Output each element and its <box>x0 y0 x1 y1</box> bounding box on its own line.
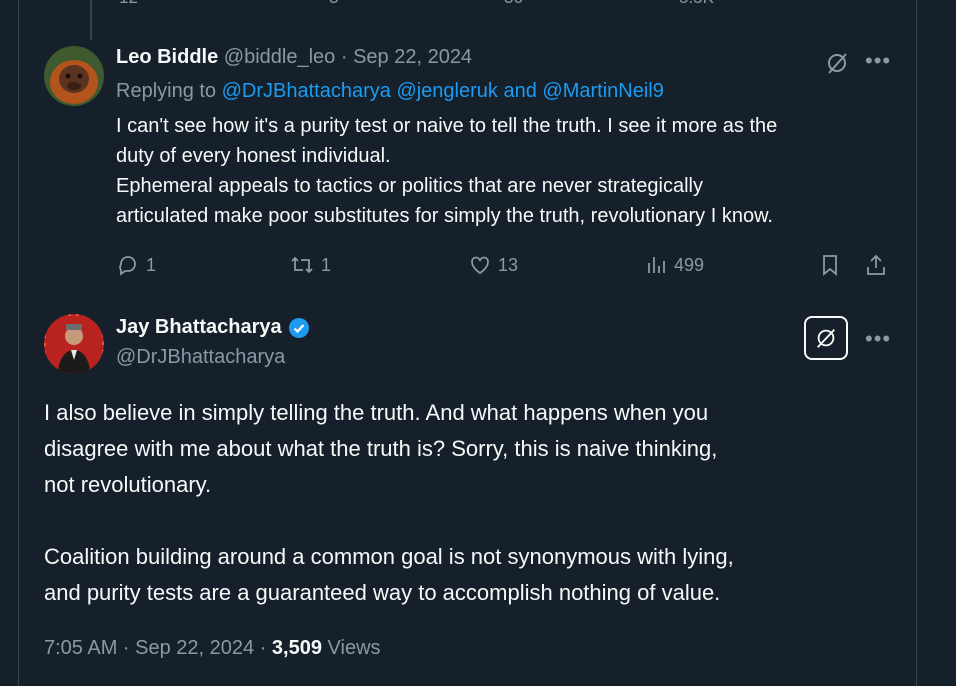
reply-body-line: articulated make poor substitutes for si… <box>116 205 773 227</box>
grok-icon <box>817 329 835 348</box>
like-count: 13 <box>498 254 519 275</box>
previous-tweet-actions: 12 3 36 5.5K <box>19 0 916 10</box>
grok-button[interactable] <box>804 316 848 360</box>
prev-views-count[interactable]: 5.5K <box>679 0 714 8</box>
reply-body-line: I can't see how it's a purity test or na… <box>116 115 778 137</box>
views-button[interactable]: 499 <box>646 252 704 278</box>
retweet-count: 1 <box>321 254 332 275</box>
bookmark-icon[interactable] <box>819 253 841 282</box>
reply-count: 1 <box>146 254 157 275</box>
reply-body-line: Ephemeral appeals to tactics or politics… <box>116 175 703 197</box>
more-options-icon[interactable]: ••• <box>865 326 891 352</box>
reply-body: I can't see how it's a purity test or na… <box>116 111 906 231</box>
replying-to-users[interactable]: @DrJBhattacharya @jengleruk and @MartinN… <box>222 80 664 102</box>
author-handle[interactable]: @DrJBhattacharya <box>116 346 285 369</box>
timestamp[interactable]: 7:05 AM · Sep 22, 2024 · <box>44 637 272 659</box>
more-options-icon[interactable]: ••• <box>865 48 891 74</box>
prev-like-count[interactable]: 36 <box>504 0 523 8</box>
prev-retweet-count[interactable]: 3 <box>329 0 338 8</box>
reply-header: Leo Biddle @biddle_leo · Sep 22, 2024 <box>116 46 472 69</box>
views-count: 499 <box>674 254 705 275</box>
main-body-line: Coalition building around a common goal … <box>44 544 734 569</box>
author-name[interactable]: Jay Bhattacharya <box>116 316 282 339</box>
views-total: 3,509 <box>271 637 322 659</box>
author-name[interactable]: Leo Biddle <box>116 46 218 68</box>
replying-label: Replying to <box>116 80 217 102</box>
handle-date[interactable]: @biddle_leo · Sep 22, 2024 <box>224 46 472 68</box>
retweet-button[interactable]: 1 <box>289 252 331 278</box>
heart-icon <box>471 256 489 275</box>
timeline-column: 12 3 36 5.5K Leo Biddle @biddle_leo · Se… <box>18 0 917 686</box>
retweet-icon <box>291 256 313 274</box>
grok-icon[interactable] <box>824 50 850 81</box>
replying-to-line: Replying to @DrJBhattacharya @jengleruk … <box>116 80 664 103</box>
reply-icon <box>119 256 136 276</box>
main-header: Jay Bhattacharya <box>116 316 310 339</box>
avatar-jay-bhattacharya[interactable] <box>44 314 104 374</box>
main-body-line: not revolutionary. <box>44 472 212 497</box>
share-icon[interactable] <box>864 253 888 282</box>
like-button[interactable]: 13 <box>468 252 518 278</box>
views-label: Views <box>321 637 381 659</box>
reply-button[interactable]: 1 <box>116 252 156 278</box>
views-icon <box>648 257 665 273</box>
main-body: I also believe in simply telling the tru… <box>44 395 894 611</box>
reply-body-line: duty of every honest individual. <box>116 145 391 167</box>
verified-badge-icon <box>288 317 309 338</box>
main-body-line: I also believe in simply telling the tru… <box>44 400 709 425</box>
prev-reply-count[interactable]: 12 <box>119 0 138 8</box>
main-body-line: and purity tests are a guaranteed way to… <box>44 580 721 605</box>
main-body-line: disagree with me about what the truth is… <box>44 436 718 461</box>
avatar-leo-biddle[interactable] <box>44 46 104 106</box>
tweet-timestamp-line: 7:05 AM · Sep 22, 2024 · 3,509 Views <box>44 637 381 660</box>
